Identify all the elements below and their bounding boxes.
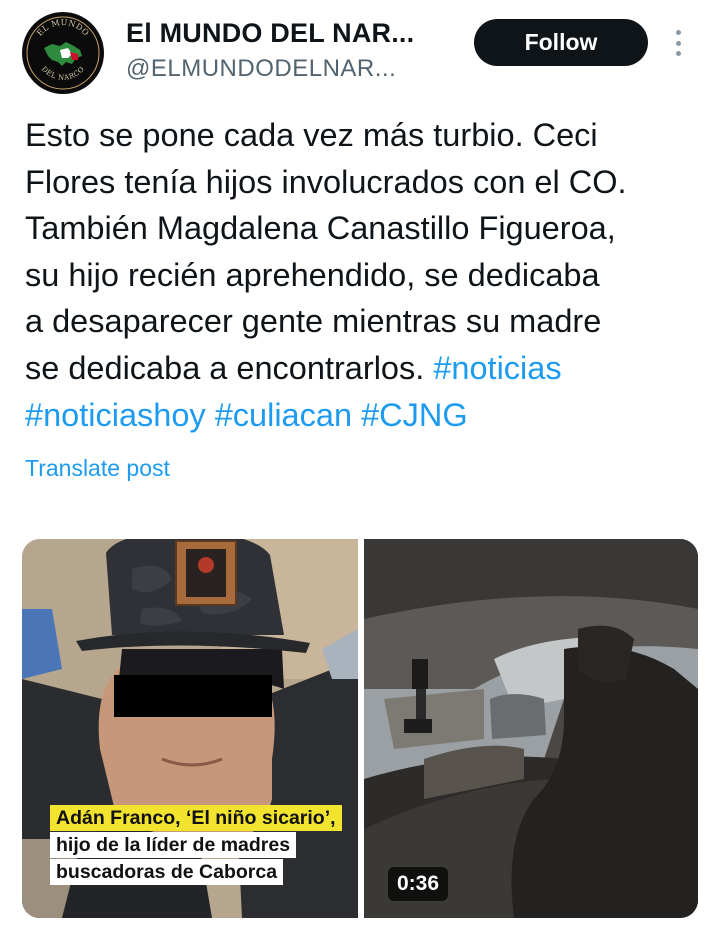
hashtag-noticiashoy[interactable]: #noticiashoy [25, 397, 206, 433]
hashtag-noticias[interactable]: #noticias [433, 350, 561, 386]
video-duration-badge: 0:36 [388, 867, 449, 901]
post-text-line: Esto se pone cada vez más turbio. Ceci [25, 117, 598, 153]
account-handle[interactable]: @ELMUNDODELNAR... [126, 55, 396, 83]
media-photo[interactable]: Adán Franco, ‘El niño sicario’, hijo de … [22, 539, 358, 918]
translate-post-link[interactable]: Translate post [25, 455, 170, 482]
post-text: Esto se pone cada vez más turbio. Ceci F… [25, 112, 705, 438]
post-text-line: a desaparecer gente mientras su madre [25, 303, 602, 340]
el-mundo-del-narco-logo-icon: EL MUNDO DEL NARCO [23, 13, 103, 93]
hashtag-culiacan[interactable]: #culiacan [215, 397, 352, 433]
photo-caption: Adán Franco, ‘El niño sicario’, hijo de … [50, 805, 342, 886]
caption-line: hijo de la líder de madres [50, 832, 297, 858]
post-header: EL MUNDO DEL NARCO El MUNDO DEL NAR... @… [0, 0, 720, 100]
post-text-line: su hijo recién aprehendido, se dedicaba [25, 256, 600, 293]
follow-button[interactable]: Follow [474, 19, 648, 66]
post-text-line: Flores tenía hijos involucrados con el C… [25, 163, 627, 200]
caption-line: Adán Franco, ‘El niño sicario’, [50, 805, 342, 831]
media-video[interactable]: 0:36 [364, 539, 698, 918]
hashtag-cjng[interactable]: #CJNG [361, 397, 468, 433]
video-thumbnail-illustration [364, 539, 698, 918]
more-vertical-icon[interactable] [668, 26, 688, 60]
caption-line: buscadoras de Caborca [50, 859, 284, 885]
media-grid: Adán Franco, ‘El niño sicario’, hijo de … [22, 539, 698, 918]
avatar[interactable]: EL MUNDO DEL NARCO [22, 12, 104, 94]
post-text-line: También Magdalena Canastillo Figueroa, [25, 210, 616, 247]
display-name[interactable]: El MUNDO DEL NAR... [126, 18, 414, 49]
post-text-line: se dedicaba a encontrarlos. [25, 349, 434, 386]
